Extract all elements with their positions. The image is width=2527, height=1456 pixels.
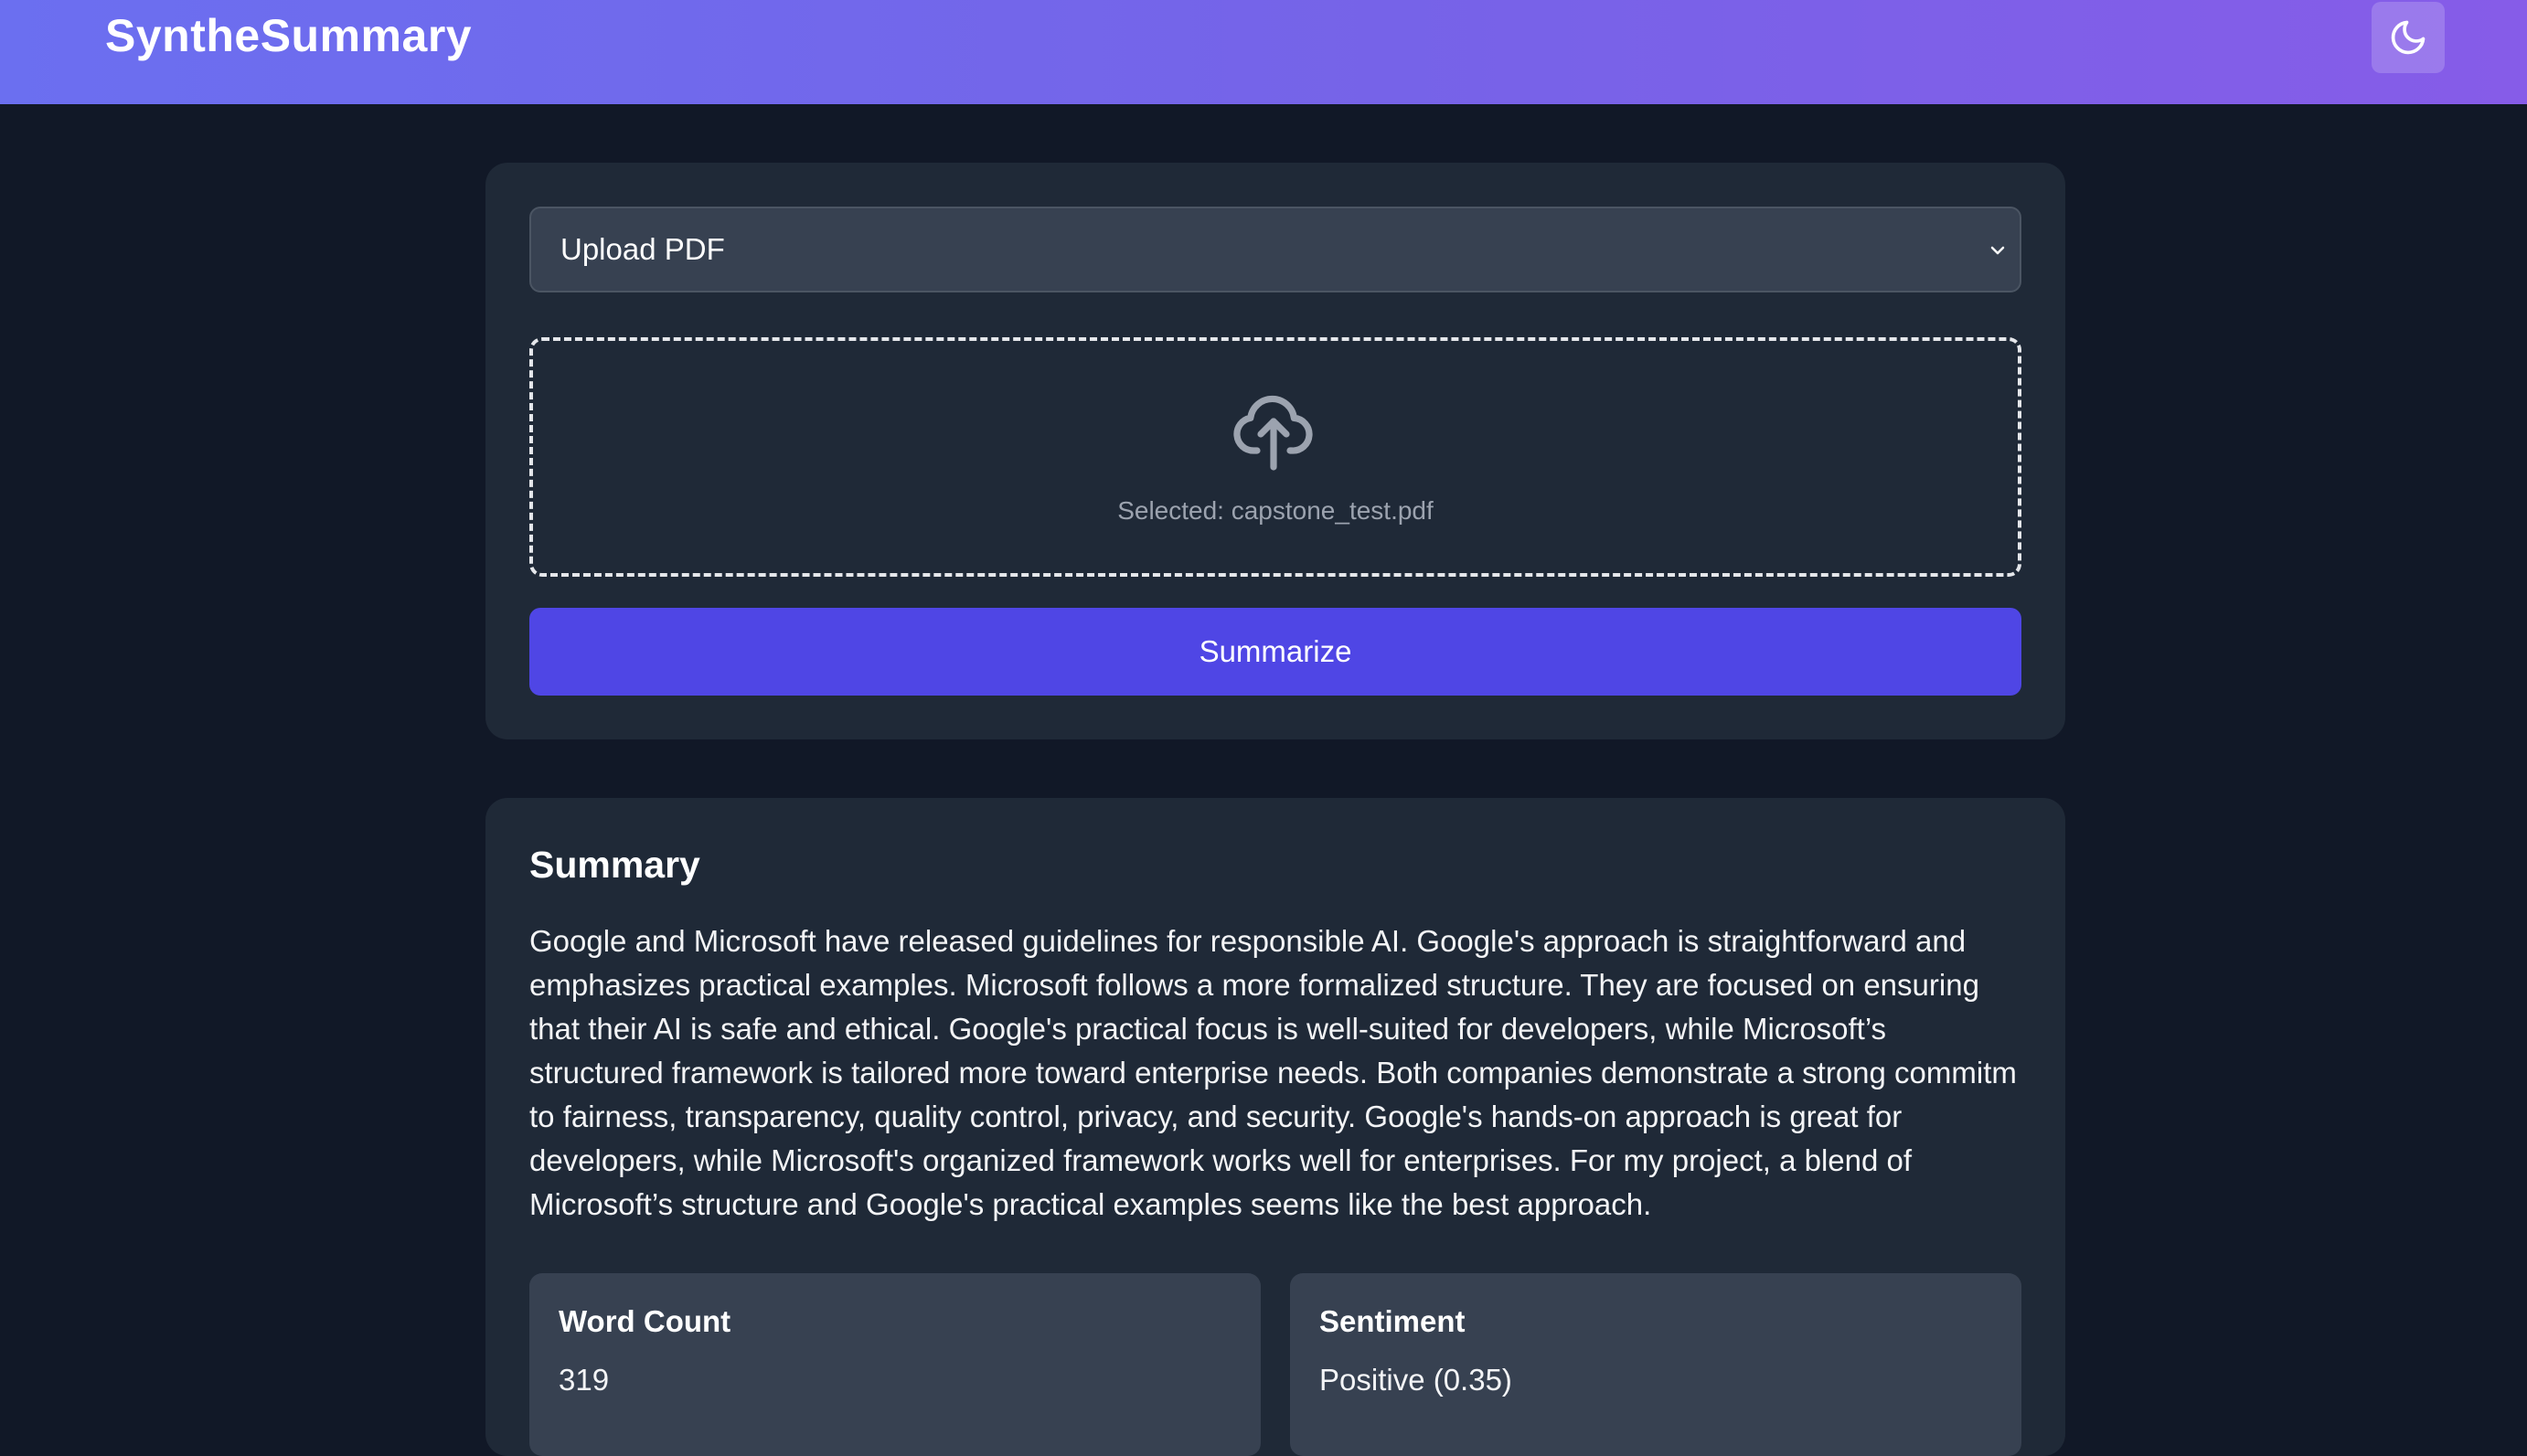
sentiment-label: Sentiment — [1319, 1304, 1466, 1338]
selected-file-text: Selected: capstone_test.pdf — [1117, 496, 1434, 525]
summarize-button[interactable]: Summarize — [529, 608, 2021, 696]
summary-card: Summary Google and Microsoft have releas… — [485, 798, 2065, 1456]
app-header: SyntheSummary — [0, 0, 2527, 104]
word-count-value: 319 — [559, 1363, 610, 1397]
upload-card: Upload PDF Selected: capstone_test.pdf S… — [485, 163, 2065, 739]
summary-text: Google and Microsoft have released guide… — [529, 924, 2017, 1221]
word-count-card: Word Count 319 — [529, 1273, 1261, 1456]
sentiment-value: Positive (0.35) — [1319, 1363, 1512, 1397]
summary-heading: Summary — [529, 844, 700, 886]
source-select-value: Upload PDF — [560, 232, 725, 266]
cloud-upload-icon — [1233, 395, 1313, 471]
app-title: SyntheSummary — [105, 10, 473, 61]
chevron-down-icon — [1990, 246, 2005, 255]
source-select[interactable]: Upload PDF — [529, 207, 2021, 292]
sentiment-card: Sentiment Positive (0.35) — [1290, 1273, 2021, 1456]
moon-icon — [2391, 20, 2426, 55]
theme-toggle-button[interactable] — [2372, 2, 2445, 73]
file-dropzone[interactable]: Selected: capstone_test.pdf — [529, 337, 2021, 577]
word-count-label: Word Count — [559, 1304, 731, 1338]
